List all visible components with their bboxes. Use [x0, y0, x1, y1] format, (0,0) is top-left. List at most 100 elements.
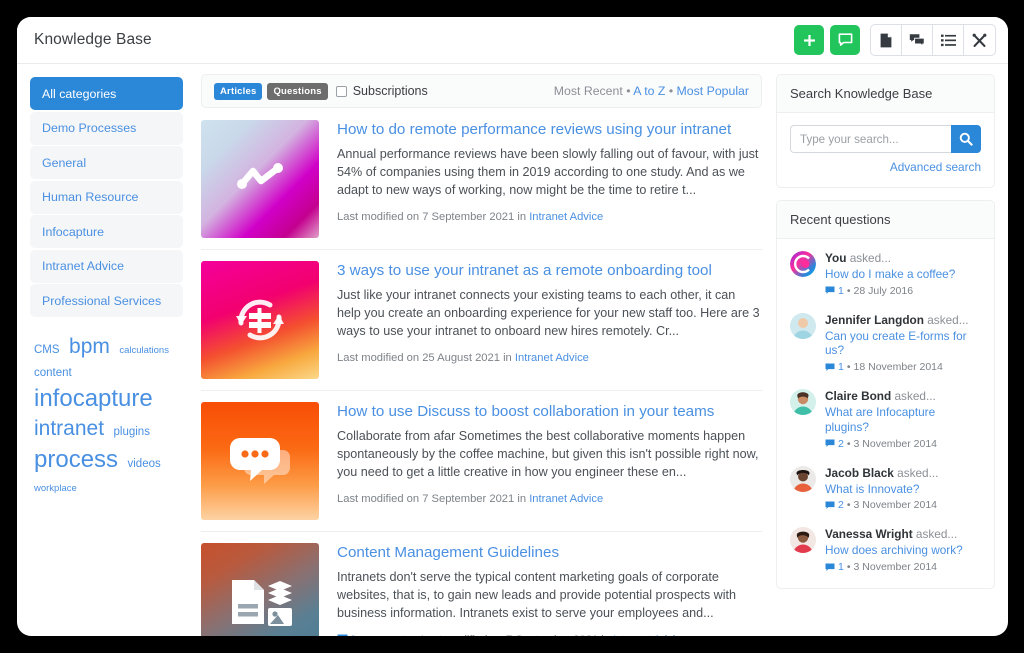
tab-articles[interactable]: Articles: [214, 82, 263, 100]
avatar[interactable]: [790, 251, 816, 277]
article-title[interactable]: Content Management Guidelines: [337, 544, 762, 562]
article-excerpt: Intranets don't serve the typical conten…: [337, 570, 737, 620]
right-sidebar: Search Knowledge Base Advanced search: [776, 64, 1008, 636]
subscriptions-checkbox[interactable]: [335, 85, 347, 97]
avatar[interactable]: [790, 527, 816, 554]
sidebar-item-infocapture[interactable]: Infocapture: [30, 215, 183, 248]
question-meta: 1 • 28 July 2016: [825, 285, 981, 297]
question-link[interactable]: What is Innovate?: [825, 482, 981, 497]
user-photo-icon: [790, 527, 816, 554]
avatar[interactable]: [790, 312, 816, 339]
question-link[interactable]: How do I make a coffee?: [825, 267, 981, 282]
comment-icon: [825, 439, 835, 448]
article-excerpt: Collaborate from afar Sometimes the best…: [337, 429, 759, 479]
sort-most-popular[interactable]: Most Popular: [677, 84, 749, 98]
sort-options: Most Recent • A to Z • Most Popular: [554, 84, 749, 98]
sidebar-item-label: General: [42, 155, 87, 170]
article-meta: 0 comments · Last modified on 7 Septembe…: [337, 634, 762, 636]
tag-infocapture[interactable]: infocapture: [34, 383, 153, 415]
question-author-row: Claire Bond asked...: [825, 389, 981, 403]
question-link[interactable]: Can you create E-forms for us?: [825, 329, 981, 358]
sort-most-recent[interactable]: Most Recent: [554, 84, 623, 98]
list-view-button[interactable]: [933, 25, 964, 55]
article-category-link[interactable]: Intranet Advice: [529, 493, 603, 505]
question-main: You asked... How do I make a coffee? 1 •…: [825, 251, 981, 297]
sidebar-item-general[interactable]: General: [30, 146, 183, 179]
question-link[interactable]: How does archiving work?: [825, 543, 981, 558]
question-author-row: You asked...: [825, 251, 981, 265]
tag-plugins[interactable]: plugins: [114, 425, 150, 441]
sidebar-item-intranet-advice[interactable]: Intranet Advice: [30, 249, 183, 283]
tag-process[interactable]: process: [34, 444, 118, 476]
article-item: Content Management Guidelines Intranets …: [201, 543, 762, 636]
avatar[interactable]: [790, 465, 816, 492]
user-photo-icon: [790, 312, 816, 339]
speech-bubble-dots-icon: [230, 438, 290, 484]
tools-button[interactable]: [964, 25, 995, 55]
articles-view-button[interactable]: [871, 25, 902, 55]
comment-separator: ·: [411, 634, 421, 636]
list-icon: [940, 34, 956, 46]
article-body: How to use Discuss to boost collaboratio…: [337, 402, 762, 520]
sidebar-item-demo-processes[interactable]: Demo Processes: [30, 111, 183, 145]
tag-videos[interactable]: videos: [128, 457, 161, 473]
sort-a-to-z[interactable]: A to Z: [633, 84, 665, 98]
question-author: Claire Bond: [825, 389, 892, 404]
asked-suffix: asked...: [927, 312, 969, 327]
line-chart-icon: [237, 163, 283, 189]
app-header: Knowledge Base: [17, 17, 1008, 64]
article-title[interactable]: How to do remote performance reviews usi…: [337, 121, 762, 139]
question-date: 18 November 2014: [853, 361, 943, 374]
meta-separator: •: [846, 437, 851, 450]
comment-icon: [825, 501, 835, 509]
sidebar-item-professional-services[interactable]: Professional Services: [30, 284, 183, 317]
add-button[interactable]: [794, 25, 824, 55]
article-comments-link[interactable]: 0 comments: [350, 634, 411, 636]
meta-separator: •: [846, 561, 851, 574]
search-input[interactable]: [790, 125, 951, 153]
tab-questions[interactable]: Questions: [267, 82, 328, 100]
question-date: 3 November 2014: [853, 499, 937, 512]
article-category-link[interactable]: Intranet Advice: [529, 211, 603, 223]
question-link[interactable]: What are Infocapture plugins?: [825, 405, 981, 434]
article-category-link[interactable]: Intranet Advice: [515, 352, 589, 364]
advanced-search-link[interactable]: Advanced search: [890, 160, 981, 174]
question-comment-count: 1: [838, 561, 844, 574]
chat-bubbles-icon: [909, 34, 925, 47]
article-modified: Last modified on 7 September 2021 in: [337, 210, 530, 223]
article-thumbnail[interactable]: [201, 402, 319, 520]
sidebar-item-all-categories[interactable]: All categories: [30, 77, 183, 110]
tag-content[interactable]: content: [34, 366, 72, 382]
article-category-link[interactable]: Intranet Advice: [613, 634, 687, 636]
article-body: Content Management Guidelines Intranets …: [337, 543, 762, 636]
sidebar-item-label: Professional Services: [42, 293, 162, 308]
question-meta: 2 • 3 November 2014: [825, 438, 981, 450]
sidebar-item-label: All categories: [42, 86, 117, 101]
speech-bubble-icon: [838, 33, 852, 46]
tag-intranet[interactable]: intranet: [34, 415, 104, 443]
avatar[interactable]: [790, 389, 816, 416]
document-layers-image-icon: [232, 580, 292, 626]
sidebar-item-human-resource[interactable]: Human Resource: [30, 180, 183, 214]
meta-separator: •: [846, 361, 851, 374]
document-icon: [880, 33, 892, 47]
article-modified: Last modified on 25 August 2021 in: [337, 351, 515, 364]
tag-calculations[interactable]: calculations: [119, 345, 169, 358]
search-button[interactable]: [950, 125, 981, 153]
new-question-button[interactable]: [830, 25, 860, 55]
article-title[interactable]: 3 ways to use your intranet as a remote …: [337, 262, 762, 280]
article-thumbnail[interactable]: [201, 120, 319, 238]
sidebar-item-label: Human Resource: [42, 190, 139, 204]
tag-cms[interactable]: CMS: [34, 343, 60, 359]
discussions-view-button[interactable]: [902, 25, 933, 55]
article-title[interactable]: How to use Discuss to boost collaboratio…: [337, 403, 762, 421]
tag-bpm[interactable]: bpm: [69, 333, 110, 361]
page-title: Knowledge Base: [34, 31, 152, 48]
article-thumbnail[interactable]: [201, 543, 319, 636]
article-thumbnail[interactable]: [201, 261, 319, 379]
plus-icon: [803, 34, 815, 46]
question-main: Vanessa Wright asked... How does archivi…: [825, 527, 981, 573]
article-meta: Last modified on 7 September 2021 in Int…: [337, 211, 762, 223]
user-photo-icon: [790, 389, 816, 416]
tag-workplace[interactable]: workplace: [34, 483, 77, 496]
